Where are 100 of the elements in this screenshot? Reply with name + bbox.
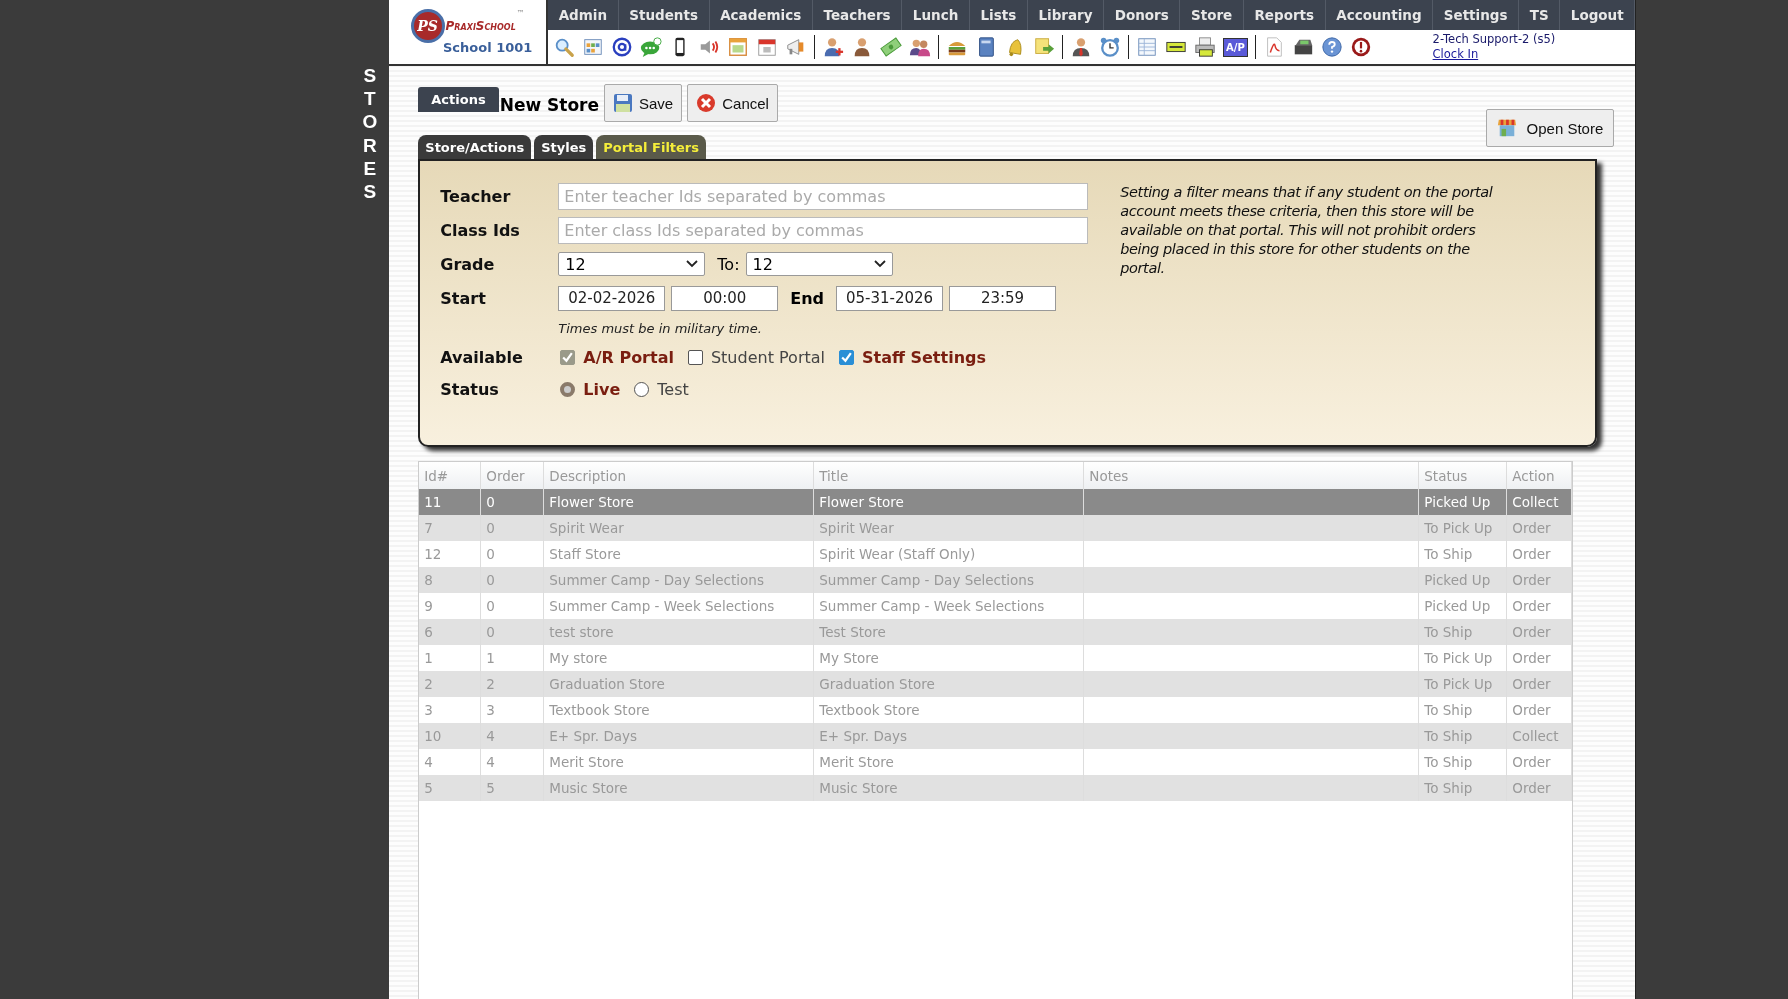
radio-button[interactable] <box>560 381 576 397</box>
close-icon <box>696 93 717 113</box>
table-cell: My Store <box>819 650 879 666</box>
checkbox-label: Student Portal <box>710 347 825 367</box>
end-date-field[interactable]: 05-31-2026 <box>836 285 944 311</box>
nav-item[interactable]: Students <box>618 0 710 30</box>
nav-item[interactable]: TS <box>1519 0 1561 30</box>
table-cell: Merit Store <box>549 754 624 770</box>
table-cell: To Ship <box>1424 780 1473 796</box>
trademark: ™ <box>516 9 525 18</box>
table-cell: Order <box>1512 650 1551 666</box>
nav-item[interactable]: Settings <box>1433 0 1520 30</box>
table-cell: Merit Store <box>819 754 894 770</box>
table-cell: Music Store <box>819 780 898 796</box>
start-date-field[interactable]: 02-02-2026 <box>558 285 666 311</box>
calendar-grid-icon[interactable] <box>727 36 750 58</box>
checkbox[interactable] <box>839 349 854 365</box>
class-ids-field[interactable]: Enter class Ids separated by commas <box>558 216 1089 244</box>
alert-icon[interactable] <box>1349 36 1372 58</box>
nav-item[interactable]: Library <box>1027 0 1105 30</box>
table-cell: Order <box>1512 624 1551 640</box>
field-label: Start <box>440 288 487 308</box>
table-cell: 3 <box>424 702 433 718</box>
table-cell: 4 <box>486 754 495 770</box>
table-cell: Textbook Store <box>549 702 650 718</box>
nav-item[interactable]: Donors <box>1104 0 1181 30</box>
field-label: Status <box>440 379 500 399</box>
table-cell: 12 <box>424 546 442 562</box>
nav-item[interactable]: Reports <box>1243 0 1326 30</box>
table-cell: To Ship <box>1424 546 1473 562</box>
table-cell: Summer Camp - Day Selections <box>549 572 764 588</box>
table-cell: E+ Spr. Days <box>549 728 638 744</box>
table-cell: Flower Store <box>549 494 634 510</box>
table-cell: 5 <box>486 780 495 796</box>
tab[interactable]: Portal Filters <box>596 135 706 159</box>
table-cell: 0 <box>486 572 495 588</box>
teacher-ids-field[interactable]: Enter teacher Ids separated by commas <box>558 182 1089 210</box>
table-cell: Music Store <box>549 780 628 796</box>
grade-to-select[interactable]: 12 <box>745 252 893 276</box>
table-cell: 0 <box>486 494 495 510</box>
person-add-icon[interactable] <box>822 36 845 58</box>
nav-item[interactable]: Accounting <box>1325 0 1434 30</box>
table-cell: Order <box>1512 546 1551 562</box>
table-cell: Spirit Wear <box>819 520 894 536</box>
nav-item[interactable]: Academics <box>709 0 813 30</box>
logo-initials: PS <box>410 9 445 43</box>
nav-item[interactable]: Lists <box>969 0 1028 30</box>
at-sign-icon[interactable] <box>611 36 634 58</box>
nav-item[interactable]: Teachers <box>812 0 903 30</box>
table-cell: To Pick Up <box>1424 676 1493 692</box>
field-label: End <box>790 288 825 308</box>
printer-icon[interactable] <box>1194 36 1217 58</box>
table-cell: To Ship <box>1424 624 1473 640</box>
checkbox-label: Staff Settings <box>862 347 986 367</box>
start-time-field[interactable]: 00:00 <box>671 285 779 311</box>
logo[interactable]: PS PraxiSchool ™ School 1001 <box>389 0 549 64</box>
actions-button[interactable]: Actions <box>418 87 499 112</box>
table-cell: 2 <box>424 676 433 692</box>
section-title: STORES <box>361 64 379 204</box>
table-cell: Collect <box>1512 728 1559 744</box>
alarm-clock-icon[interactable] <box>1099 36 1122 58</box>
field-label: Available <box>440 347 524 367</box>
chevron-down-icon <box>686 260 699 268</box>
help-icon[interactable] <box>1320 36 1343 58</box>
table-cell: test store <box>549 624 614 640</box>
cancel-button[interactable]: Cancel <box>687 84 778 122</box>
store-title: New Store <box>499 94 599 115</box>
clock-in-link[interactable]: Clock In <box>1432 47 1556 62</box>
table-cell: 0 <box>486 598 495 614</box>
nav-item[interactable]: Lunch <box>902 0 970 30</box>
logo-brand: PraxiSchool <box>445 19 516 33</box>
table-cell: Picked Up <box>1424 572 1491 588</box>
ap-button[interactable]: A/P <box>1223 37 1248 57</box>
calendar-icon[interactable] <box>756 36 779 58</box>
field-label: Class Ids <box>440 220 521 240</box>
checkbox[interactable] <box>687 349 703 365</box>
save-button[interactable]: Save <box>604 84 683 122</box>
table-cell: Spirit Wear <box>549 520 624 536</box>
table-cell: 1 <box>486 650 495 666</box>
table-cell: 6 <box>424 624 433 640</box>
tab[interactable]: Store/Actions <box>418 135 532 159</box>
table-cell: 0 <box>486 546 495 562</box>
grade-from-select[interactable]: 12 <box>558 252 706 276</box>
grid-icon[interactable] <box>582 36 605 58</box>
nav-item[interactable]: Store <box>1180 0 1244 30</box>
search-icon[interactable] <box>553 36 576 58</box>
radio-button[interactable] <box>634 381 650 397</box>
tab[interactable]: Styles <box>534 135 594 159</box>
radio-label: Test <box>657 379 689 399</box>
end-time-field[interactable]: 23:59 <box>949 285 1057 311</box>
field-label: Teacher <box>440 186 512 206</box>
table-cell: Flower Store <box>819 494 904 510</box>
open-store-button[interactable]: Open Store <box>1485 109 1615 147</box>
table-cell: 0 <box>486 520 495 536</box>
table-cell: Graduation Store <box>819 676 935 692</box>
nav-item[interactable]: Admin <box>548 0 619 30</box>
chat-bubble-icon[interactable] <box>640 36 663 58</box>
table-cell: 3 <box>486 702 495 718</box>
table-cell: Order <box>1512 676 1551 692</box>
table-cell: 11 <box>424 494 442 510</box>
